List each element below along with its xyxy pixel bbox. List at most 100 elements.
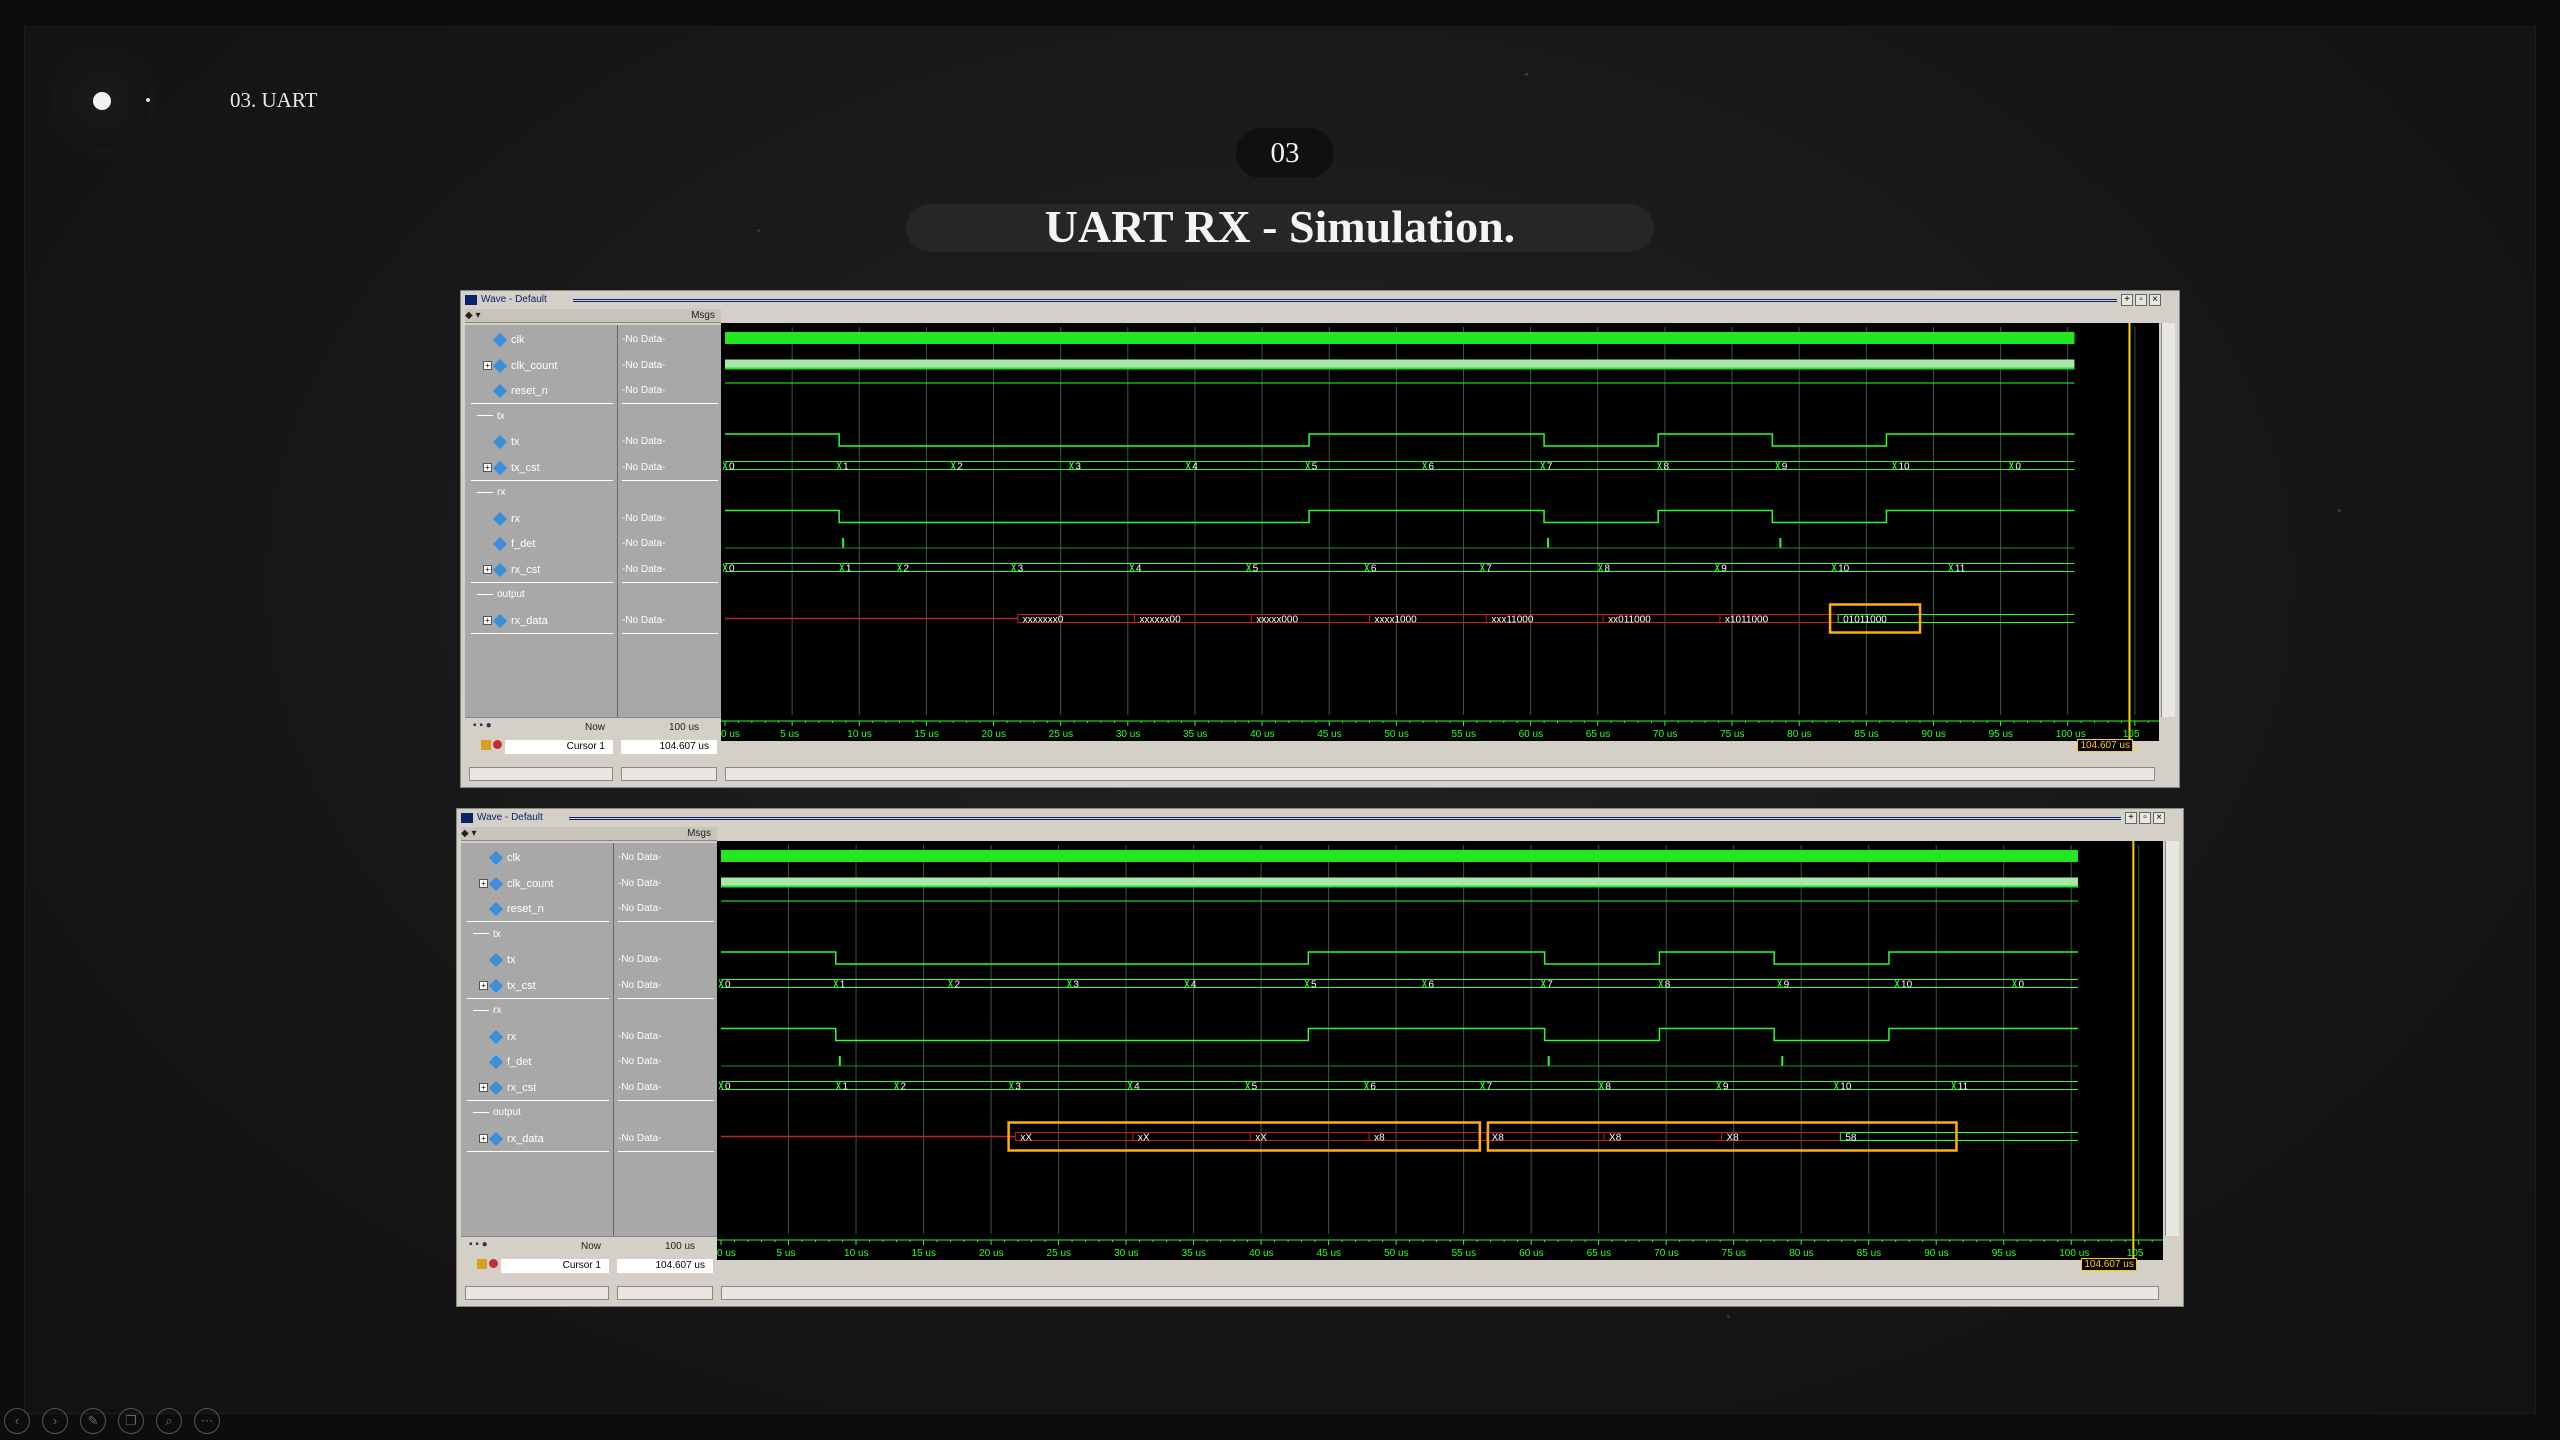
time-tick-label: 80 us xyxy=(1787,729,1811,740)
tx-waveform xyxy=(721,951,2078,965)
time-tick-label: 75 us xyxy=(1722,1248,1746,1259)
signal-name-label: clk_count xyxy=(511,359,558,372)
signal-diamond-icon xyxy=(488,851,504,866)
signal-rx_data[interactable]: + rx_data xyxy=(479,1129,544,1149)
rx-cst-value-label: 2 xyxy=(901,1082,907,1093)
undock-icon[interactable]: ▫ xyxy=(2139,812,2151,824)
cursor-name-field[interactable]: Cursor 1 xyxy=(501,1259,609,1273)
rx-cst-transition xyxy=(718,1081,724,1090)
signal-value: -No Data- xyxy=(622,563,666,575)
row-separator xyxy=(618,921,714,922)
remove-cursor-icon[interactable] xyxy=(489,1259,498,1268)
expand-icon[interactable]: + xyxy=(483,360,492,370)
window-title: Wave - Default xyxy=(477,812,543,823)
signal-rx_cst[interactable]: + rx_cst xyxy=(483,560,540,580)
remove-cursor-icon[interactable] xyxy=(493,740,502,749)
signal-clk[interactable]: clk xyxy=(488,848,520,868)
names-hscroll[interactable] xyxy=(465,1286,609,1300)
time-tick-label: 55 us xyxy=(1451,729,1475,740)
close-icon[interactable]: × xyxy=(2149,294,2161,306)
close-icon[interactable]: × xyxy=(2153,812,2165,824)
time-tick-label: 60 us xyxy=(1519,729,1543,740)
tx-cst-transition xyxy=(1185,461,1191,470)
signal-reset_n[interactable]: reset_n xyxy=(492,381,548,401)
zoom-icon[interactable]: ⌕ xyxy=(156,1408,182,1434)
signal-clk[interactable]: clk xyxy=(492,330,524,350)
signal-f_det[interactable]: f_det xyxy=(492,534,535,554)
signal-diamond-icon xyxy=(492,511,508,526)
zoom-icon[interactable]: + xyxy=(2125,812,2137,824)
time-tick-label: 45 us xyxy=(1317,1248,1341,1259)
tx-cst-value-label: 0 xyxy=(729,462,735,473)
signal-tx[interactable]: tx xyxy=(492,432,520,452)
signal-clk_count[interactable]: + clk_count xyxy=(483,356,558,376)
rx-cst-value-label: 10 xyxy=(1840,1082,1852,1093)
time-tick-label: 40 us xyxy=(1250,729,1274,740)
names-hscroll[interactable] xyxy=(469,767,613,781)
signal-rx[interactable]: rx xyxy=(488,1027,516,1047)
next-icon[interactable]: › xyxy=(42,1408,68,1434)
signal-f_det[interactable]: f_det xyxy=(488,1052,531,1072)
msgs-header: Msgs xyxy=(613,827,717,841)
time-tick-label: 70 us xyxy=(1653,729,1677,740)
signal-diamond-icon xyxy=(488,953,504,968)
undock-icon[interactable]: ▫ xyxy=(2135,294,2147,306)
toolbar-icons: ▪ ▪ ● xyxy=(469,1239,488,1250)
tx-cst-transition xyxy=(1305,461,1311,470)
vertical-scrollbar[interactable] xyxy=(2161,323,2175,717)
tx-waveform xyxy=(725,433,2075,447)
divider-rx: rx xyxy=(473,1001,501,1021)
tx-cst-transition xyxy=(950,461,956,470)
signal-diamond-icon xyxy=(488,978,504,993)
signal-clk_count[interactable]: + clk_count xyxy=(479,874,553,894)
msgs-header: Msgs xyxy=(617,309,721,323)
expand-icon[interactable]: + xyxy=(483,564,492,574)
expand-icon[interactable]: + xyxy=(479,878,488,888)
tx-cst-transition xyxy=(1658,979,1664,988)
signal-value: -No Data- xyxy=(618,852,662,863)
rx-data-value-label: xxxx1000 xyxy=(1375,615,1418,626)
wave-hscroll[interactable] xyxy=(721,1286,2159,1300)
values-hscroll[interactable] xyxy=(621,767,717,781)
tx-cst-transition xyxy=(1775,461,1781,470)
rx-cst-value-label: 3 xyxy=(1015,1082,1021,1093)
tx-cst-transition xyxy=(833,979,839,988)
signal-rx_cst[interactable]: + rx_cst xyxy=(479,1078,536,1098)
cursor-name-field[interactable]: Cursor 1 xyxy=(505,740,613,754)
expand-icon[interactable]: + xyxy=(479,980,488,990)
rx-cst-transition xyxy=(839,563,845,572)
signal-tx[interactable]: tx xyxy=(488,950,516,970)
values-hscroll[interactable] xyxy=(617,1286,713,1300)
rx-data-value-label: xxxxxx00 xyxy=(1140,615,1182,626)
rx-cst-transition xyxy=(1246,563,1252,572)
clk-waveform xyxy=(725,332,2075,344)
signal-name-label: rx_data xyxy=(511,614,548,627)
expand-icon[interactable]: + xyxy=(483,615,492,625)
rx-cst-transition xyxy=(1245,1081,1251,1090)
expand-icon[interactable]: + xyxy=(483,462,492,472)
prev-icon[interactable]: ‹ xyxy=(4,1408,30,1434)
divider-output: output xyxy=(477,585,525,605)
copy-icon[interactable]: ❐ xyxy=(118,1408,144,1434)
wave-hscroll[interactable] xyxy=(725,767,2155,781)
pen-icon[interactable]: ✎ xyxy=(80,1408,106,1434)
signal-tx_cst[interactable]: + tx_cst xyxy=(483,458,540,478)
rx-data-value-label: 58 xyxy=(1845,1133,1857,1144)
signal-tx_cst[interactable]: + tx_cst xyxy=(479,976,536,996)
signal-reset_n[interactable]: reset_n xyxy=(488,899,544,919)
signal-rx[interactable]: rx xyxy=(492,509,520,529)
expand-icon[interactable]: + xyxy=(479,1082,488,1092)
signal-diamond-icon xyxy=(488,1131,504,1146)
zoom-icon[interactable]: + xyxy=(2121,294,2133,306)
time-tick-label: 35 us xyxy=(1183,729,1207,740)
vertical-scrollbar[interactable] xyxy=(2165,841,2179,1236)
more-icon[interactable]: ⋯ xyxy=(194,1408,220,1434)
signal-rx_data[interactable]: + rx_data xyxy=(483,611,548,631)
rx-cst-value-label: 7 xyxy=(1487,1082,1493,1093)
rx-cst-value-label: 8 xyxy=(1605,1082,1611,1093)
rx-cst-transition xyxy=(1831,563,1837,572)
tx-cst-transition xyxy=(1777,979,1783,988)
signal-diamond-icon xyxy=(488,1080,504,1095)
signal-value: -No Data- xyxy=(618,877,662,889)
expand-icon[interactable]: + xyxy=(479,1133,488,1143)
